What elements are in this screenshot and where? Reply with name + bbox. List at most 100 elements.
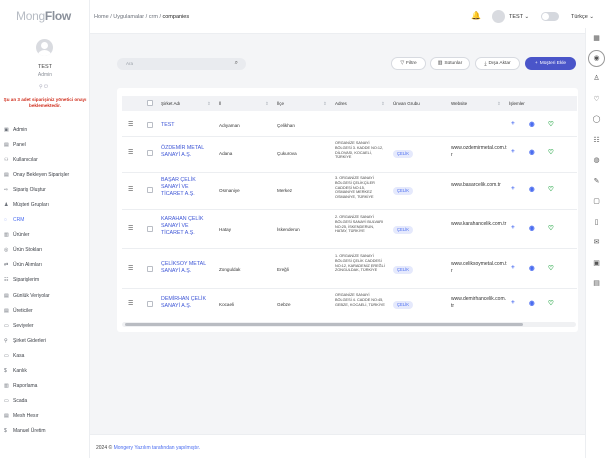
sidebar-item-create-order[interactable]: ⇨ Sipariş Oluştur <box>4 182 88 197</box>
user-avatar[interactable] <box>36 39 53 56</box>
heart-icon[interactable]: ♡ <box>548 299 554 307</box>
columns-button[interactable]: ▥ Sütunlar <box>430 57 470 70</box>
avatar[interactable] <box>492 10 505 23</box>
settings-icon[interactable]: ◍ <box>586 156 606 164</box>
export-button[interactable]: ⤓ Dışa Aktar <box>475 57 520 70</box>
user-action-icons[interactable]: ⚲ ⏻ <box>39 84 48 90</box>
sort-icon[interactable]: ⇕ <box>207 101 211 107</box>
sidebar-item-company-expenses[interactable]: ⚲ Şirket Giderleri <box>4 333 88 348</box>
eye-icon[interactable]: ◉ <box>529 299 535 307</box>
sort-icon[interactable]: ⇕ <box>265 101 269 107</box>
app-logo[interactable]: MongFlow <box>16 9 71 23</box>
sidebar-item-cash[interactable]: ▭ Kasa <box>4 348 88 363</box>
breadcrumb-apps[interactable]: Uygulamalar <box>113 14 144 20</box>
company-name[interactable]: ÖZDEMİR METAL SANAYİ A.Ş. <box>161 145 215 159</box>
breadcrumb-crm[interactable]: crm <box>149 14 158 20</box>
sidebar-item-mesh[interactable]: ▤ Mesh Hesır <box>4 409 88 424</box>
scrollbar-thumb[interactable] <box>125 323 523 326</box>
row-checkbox[interactable] <box>147 226 153 232</box>
sidebar-item-pending-orders[interactable]: ▤ Onay Bekleyen Siparişler <box>4 167 88 182</box>
eye-icon[interactable]: ◉ <box>529 185 535 193</box>
heart-icon[interactable]: ♡ <box>548 224 554 232</box>
company-name[interactable]: BAŞAR ÇELİK SANAYİ VE TİCARET A.Ş. <box>161 177 211 198</box>
box-icon[interactable]: ▣ <box>586 259 606 267</box>
eye-icon[interactable]: ◉ <box>529 224 535 232</box>
website-link[interactable]: www.basarcelik.com.tr <box>451 182 507 189</box>
add-icon[interactable]: + <box>511 299 515 306</box>
filter-button[interactable]: ▽ Filtre <box>391 57 426 70</box>
heart-icon[interactable]: ♡ <box>548 148 554 156</box>
eye-icon[interactable]: ◉ <box>529 264 535 272</box>
add-icon[interactable]: + <box>511 120 515 127</box>
company-name[interactable]: ÇELİKSOY METAL SANAYİ A.Ş. <box>161 261 211 275</box>
row-checkbox[interactable] <box>147 266 153 272</box>
drag-handle-icon[interactable]: ☰ <box>128 121 133 128</box>
theme-toggle[interactable] <box>541 12 559 21</box>
column-header-company[interactable]: Şirket Adı <box>161 101 180 106</box>
heart-icon[interactable]: ♡ <box>548 185 554 193</box>
horizontal-scrollbar[interactable] <box>122 322 576 327</box>
website-link[interactable]: www.ozdemirmetal.com.tr <box>451 145 507 159</box>
row-checkbox[interactable] <box>147 187 153 193</box>
column-header-address[interactable]: Adres <box>335 101 347 106</box>
mail-icon[interactable]: ✉ <box>586 238 606 246</box>
add-icon[interactable]: + <box>511 185 515 192</box>
sidebar-item-my-orders[interactable]: ☷ Siparişlerim <box>4 273 88 288</box>
sort-icon[interactable]: ⇕ <box>497 101 501 107</box>
drag-handle-icon[interactable]: ☰ <box>128 149 133 156</box>
user-menu[interactable]: TEST ⌄ <box>509 14 529 20</box>
sidebar-item-product-stocks[interactable]: ◎ Ürün Stokları <box>4 243 88 258</box>
drag-handle-icon[interactable]: ☰ <box>128 186 133 193</box>
website-link[interactable]: www.demirhancelik.com.tr <box>451 296 507 310</box>
website-link[interactable]: www.karahancelik.com.tr <box>451 221 507 228</box>
sidebar-item-reporting[interactable]: ▥ Raporlama <box>4 379 88 394</box>
breadcrumb-home[interactable]: Home <box>94 14 109 20</box>
search-input[interactable]: Ara ⌕ <box>117 58 246 70</box>
circle-icon[interactable]: ◯ <box>586 115 606 123</box>
sort-icon[interactable]: ⇕ <box>381 101 385 107</box>
sidebar-item-crm[interactable]: ◌ CRM <box>4 213 88 228</box>
sidebar-item-admin[interactable]: ▣ Admin <box>4 122 88 137</box>
sidebar-item-levels[interactable]: ▭ Seviyeler <box>4 318 88 333</box>
add-icon[interactable]: + <box>511 264 515 271</box>
sort-icon[interactable]: ⇕ <box>323 101 327 107</box>
add-icon[interactable]: + <box>511 224 515 231</box>
row-checkbox[interactable] <box>147 301 153 307</box>
column-header-website[interactable]: Website <box>451 101 467 106</box>
company-name[interactable]: KARAHAN ÇELİK SANAYİ VE TİCARET A.Ş. <box>161 216 211 237</box>
user-icon[interactable]: ♙ <box>586 74 606 82</box>
drag-handle-icon[interactable]: ☰ <box>128 300 133 307</box>
calendar-icon[interactable]: ▢ <box>586 197 606 205</box>
sidebar-item-product-purchases[interactable]: ⇄ Ürün Alımları <box>4 258 88 273</box>
sidebar-item-scada[interactable]: ▭ Scada <box>4 394 88 409</box>
sidebar-item-daily-data[interactable]: ▤ Günlük Veriyolar <box>4 288 88 303</box>
add-icon[interactable]: + <box>511 148 515 155</box>
grid-icon[interactable]: ▦ <box>586 34 606 42</box>
edit-icon[interactable]: ✎ <box>586 177 606 185</box>
sidebar-item-kanlik[interactable]: $ Kanlık <box>4 364 88 379</box>
column-header-group[interactable]: Ünvan Grubu <box>393 101 420 106</box>
column-header-city[interactable]: İl <box>219 101 221 106</box>
bell-icon[interactable]: 🔔 <box>471 11 481 20</box>
heart-icon[interactable]: ♡ <box>548 120 554 128</box>
sidebar-item-products[interactable]: ▥ Ürünler <box>4 228 88 243</box>
column-header-district[interactable]: İlçe <box>277 101 284 106</box>
select-all-checkbox[interactable] <box>147 100 153 106</box>
drag-handle-icon[interactable]: ☰ <box>128 265 133 272</box>
eye-icon[interactable]: ◉ <box>529 148 535 156</box>
sidebar-item-users[interactable]: ⚇ Kullanıcılar <box>4 152 88 167</box>
sidebar-item-manual-production[interactable]: $ Manuel Üretim <box>4 424 88 439</box>
company-name[interactable]: TEST <box>161 122 211 129</box>
company-name[interactable]: DEMİRHAN ÇELİK SANAYİ A.Ş. <box>161 296 211 310</box>
row-checkbox[interactable] <box>147 150 153 156</box>
add-customer-button[interactable]: + Müşteri Ekle <box>525 57 576 70</box>
website-link[interactable]: www.celiksoymetal.com.tr <box>451 261 507 275</box>
document-icon[interactable]: ▤ <box>586 279 606 287</box>
sidebar-item-producers[interactable]: ▤ Üreticiler <box>4 303 88 318</box>
globe-icon[interactable]: ◉ <box>588 50 605 67</box>
sidebar-item-panel[interactable]: ▤ Panel <box>4 137 88 152</box>
search-icon[interactable]: ⌕ <box>235 60 238 67</box>
phone-icon[interactable]: ▯ <box>586 218 606 226</box>
sidebar-item-customer-groups[interactable]: ♟ Müşteri Grupları <box>4 197 88 212</box>
heart-icon[interactable]: ♡ <box>586 95 606 103</box>
